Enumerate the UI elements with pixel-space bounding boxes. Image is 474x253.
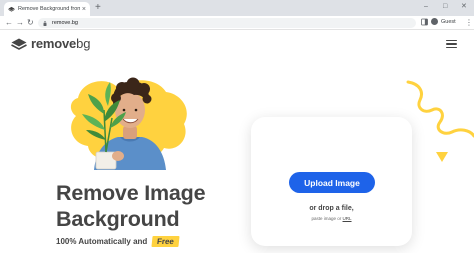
back-icon[interactable]: ← (5, 17, 13, 29)
browser-menu-icon[interactable]: ⋮ (465, 17, 473, 29)
browser-tabstrip: Remove Background from Im × + – □ ✕ (0, 0, 474, 16)
browser-toolbar: ← → ↻ remove.bg Guest ⋮ (0, 16, 474, 30)
hamburger-menu-icon[interactable] (446, 40, 457, 48)
forward-icon[interactable]: → (16, 17, 24, 29)
new-tab-button[interactable]: + (95, 2, 101, 14)
minimize-icon[interactable]: – (424, 1, 428, 13)
upload-card[interactable]: Upload Image or drop a file, paste image… (251, 117, 412, 246)
tab-close-icon[interactable]: × (82, 6, 86, 13)
headline-line-2: Background (56, 207, 180, 231)
hero-headline: Remove Image Background (56, 180, 206, 232)
close-window-icon[interactable]: ✕ (461, 1, 467, 13)
removebg-favicon-icon (8, 6, 15, 12)
layers-logo-icon (11, 38, 27, 50)
profile-button[interactable]: Guest (431, 18, 456, 25)
removebg-logo[interactable]: remove bg (11, 36, 91, 51)
hero-person-with-plant-image (70, 77, 187, 170)
reload-icon[interactable]: ↻ (27, 17, 34, 29)
browser-tab[interactable]: Remove Background from Im × (4, 2, 90, 16)
paste-hint: paste image or URL (251, 216, 412, 221)
address-url: remove.bg (52, 20, 78, 26)
site-header: remove bg (0, 31, 474, 56)
address-bar[interactable]: remove.bg (38, 18, 416, 28)
upload-image-button[interactable]: Upload Image (289, 172, 375, 193)
lock-icon (43, 20, 47, 26)
maximize-icon[interactable]: □ (443, 1, 447, 13)
tab-title: Remove Background from Im (18, 6, 80, 12)
subline-text: 100% Automatically and (56, 237, 148, 246)
paste-url-link[interactable]: URL (343, 216, 352, 221)
logo-suffix: bg (76, 36, 91, 51)
logo-word: remove (31, 36, 77, 51)
hero-subline: 100% Automatically and Free (56, 236, 180, 247)
headline-line-1: Remove Image (56, 181, 206, 205)
guest-avatar-icon (431, 18, 438, 25)
free-badge: Free (151, 236, 180, 247)
profile-label: Guest (441, 18, 456, 25)
drop-file-text: or drop a file, (309, 205, 354, 212)
paste-prefix: paste image or (311, 216, 342, 221)
sidepanel-icon[interactable] (421, 18, 428, 26)
